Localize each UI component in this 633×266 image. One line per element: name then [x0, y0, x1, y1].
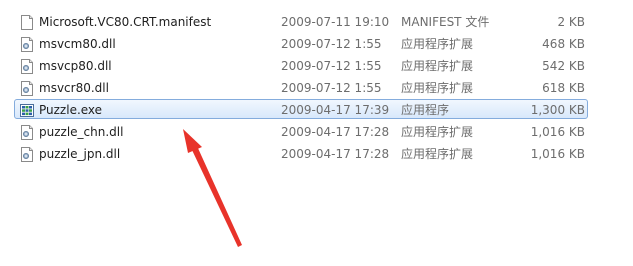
file-name: msvcp80.dll: [39, 59, 112, 73]
file-type: 应用程序扩展: [401, 147, 474, 161]
file-row-puzzle-exe[interactable]: Puzzle.exe 2009-04-17 17:39 应用程序 1,300 K…: [0, 99, 633, 121]
puzzle-app-icon: [20, 103, 34, 118]
file-row-msvcp80[interactable]: msvcp80.dll 2009-07-12 1:55 应用程序扩展 542 K…: [0, 55, 633, 77]
dll-icon: [20, 125, 34, 140]
file-type: 应用程序: [401, 103, 450, 117]
file-date: 2009-04-17 17:28: [281, 125, 390, 139]
document-icon: [20, 15, 34, 30]
file-size: 468 KB: [542, 37, 585, 51]
file-type: 应用程序扩展: [401, 81, 474, 95]
file-size: 1,016 KB: [530, 147, 585, 161]
file-date: 2009-07-12 1:55: [281, 37, 382, 51]
file-type: 应用程序扩展: [401, 125, 474, 139]
file-name: Microsoft.VC80.CRT.manifest: [39, 15, 212, 29]
file-size: 2 KB: [557, 15, 585, 29]
file-date: 2009-07-11 19:10: [281, 15, 390, 29]
file-size: 542 KB: [542, 59, 585, 73]
file-size: 618 KB: [542, 81, 585, 95]
file-size: 1,016 KB: [530, 125, 585, 139]
dll-icon: [20, 81, 34, 96]
file-name: msvcr80.dll: [39, 81, 109, 95]
file-date: 2009-07-12 1:55: [281, 81, 382, 95]
file-name: msvcm80.dll: [39, 37, 116, 51]
file-name: puzzle_chn.dll: [39, 125, 124, 139]
file-row-msvcm80[interactable]: msvcm80.dll 2009-07-12 1:55 应用程序扩展 468 K…: [0, 33, 633, 55]
file-name: puzzle_jpn.dll: [39, 147, 121, 161]
file-row-puzzle-jpn[interactable]: puzzle_jpn.dll 2009-04-17 17:28 应用程序扩展 1…: [0, 143, 633, 165]
file-row-manifest[interactable]: Microsoft.VC80.CRT.manifest 2009-07-11 1…: [0, 11, 633, 33]
dll-icon: [20, 147, 34, 162]
file-type: MANIFEST 文件: [401, 15, 490, 29]
file-date: 2009-07-12 1:55: [281, 59, 382, 73]
file-size: 1,300 KB: [530, 103, 585, 117]
file-row-msvcr80[interactable]: msvcr80.dll 2009-07-12 1:55 应用程序扩展 618 K…: [0, 77, 633, 99]
file-type: 应用程序扩展: [401, 59, 474, 73]
file-list: Microsoft.VC80.CRT.manifest 2009-07-11 1…: [0, 11, 633, 165]
file-name: Puzzle.exe: [39, 103, 103, 117]
file-date: 2009-04-17 17:28: [281, 147, 390, 161]
file-date: 2009-04-17 17:39: [281, 103, 390, 117]
file-type: 应用程序扩展: [401, 37, 474, 51]
dll-icon: [20, 59, 34, 74]
dll-icon: [20, 37, 34, 52]
file-row-puzzle-chn[interactable]: puzzle_chn.dll 2009-04-17 17:28 应用程序扩展 1…: [0, 121, 633, 143]
